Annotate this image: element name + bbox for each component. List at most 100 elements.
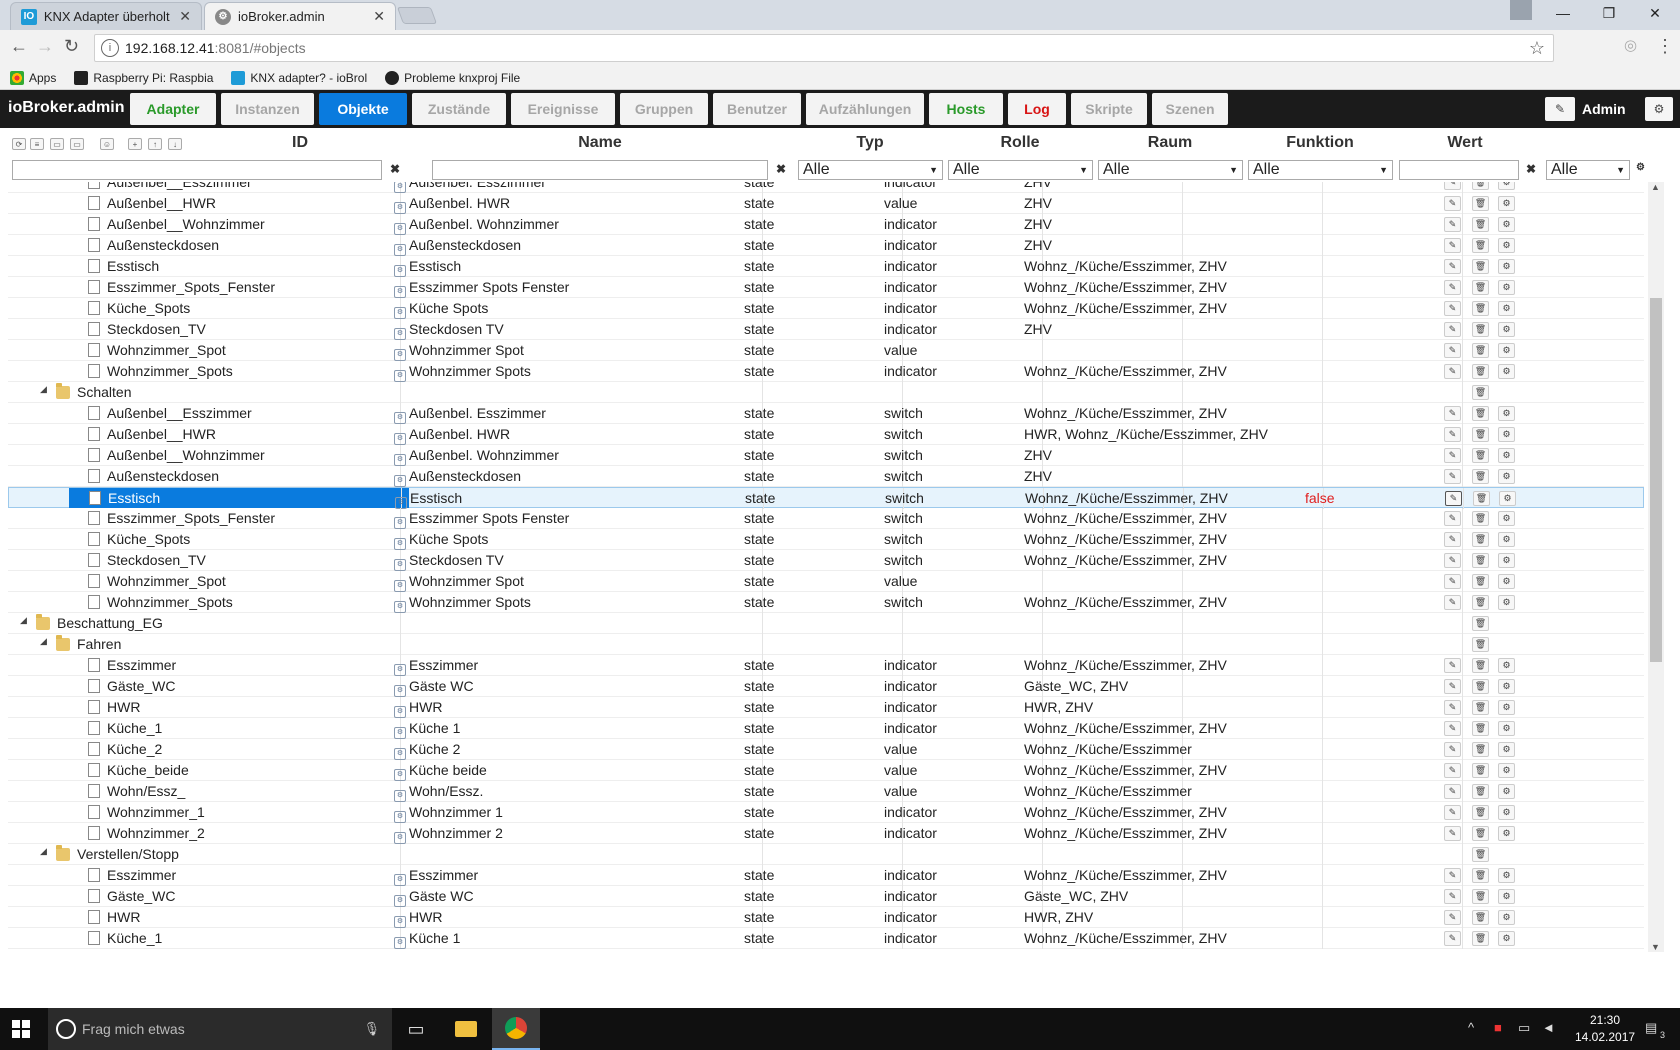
settings-icon[interactable]: ⚙	[1498, 182, 1515, 190]
table-row[interactable]: Küche_beide ⚙ Küche beide state value Wohnz_/…	[8, 760, 1644, 781]
tab-gruppen[interactable]: Gruppen	[620, 93, 708, 125]
restore-icon[interactable]: ❐	[1586, 0, 1632, 26]
edit-icon[interactable]: ✎	[1444, 301, 1461, 316]
id-cell[interactable]: Außenbel__Esszimmer	[88, 403, 252, 423]
table-row[interactable]: Außenbel__Esszimmer ⚙ Außenbel. Esszimmer s…	[8, 403, 1644, 424]
edit-icon[interactable]: ✎	[1444, 259, 1461, 274]
table-row[interactable]: Außensteckdosen ⚙ Außensteckdosen state swit…	[8, 466, 1644, 487]
edit-icon[interactable]: ✎	[1444, 721, 1461, 736]
edit-icon[interactable]: ✎	[1444, 742, 1461, 757]
raum-filter-select[interactable]: Alle ▼	[1098, 160, 1243, 180]
settings-icon[interactable]: ⚙	[1498, 763, 1515, 778]
id-cell[interactable]: Steckdosen_TV	[88, 319, 206, 339]
list-view-icon[interactable]: ≡	[30, 138, 44, 150]
id-cell[interactable]: Wohnzimmer_Spots	[88, 592, 233, 612]
edit-icon[interactable]: ✎	[1444, 595, 1461, 610]
table-row[interactable]: Wohnzimmer_2 ⚙ Wohnzimmer 2 state indicator W…	[8, 823, 1644, 844]
clear-wert-filter-icon[interactable]: ✖	[1526, 162, 1536, 176]
table-row[interactable]: Esszimmer ⚙ Esszimmer state indicator Wohnz_/…	[8, 655, 1644, 676]
settings-icon[interactable]: ⚙	[1498, 910, 1515, 925]
clock[interactable]: 21:30 14.02.2017	[1575, 1012, 1635, 1046]
id-cell[interactable]: Küche_Spots	[88, 298, 190, 318]
edit-icon[interactable]: ✎	[1444, 784, 1461, 799]
scrollbar-thumb[interactable]	[1650, 298, 1662, 662]
tab-benutzer[interactable]: Benutzer	[713, 93, 801, 125]
tab-ereignisse[interactable]: Ereignisse	[511, 93, 615, 125]
delete-icon[interactable]: 🗑	[1472, 217, 1489, 232]
id-cell[interactable]: Außenbel__HWR	[88, 193, 216, 213]
edit-icon[interactable]: ✎	[1444, 217, 1461, 232]
settings-icon[interactable]: ⚙	[1498, 343, 1515, 358]
id-cell[interactable]: Küche_1	[88, 928, 162, 948]
table-row[interactable]: Steckdosen_TV ⚙ Steckdosen TV state switch Wo…	[8, 550, 1644, 571]
id-cell[interactable]: Außensteckdosen	[88, 235, 219, 255]
table-row[interactable]: Wohnzimmer_1 ⚙ Wohnzimmer 1 state indicator W…	[8, 802, 1644, 823]
settings-icon[interactable]: ⚙	[1498, 301, 1515, 316]
delete-icon[interactable]: 🗑	[1472, 532, 1489, 547]
cortana-search[interactable]: Frag mich etwas 🎙	[48, 1008, 392, 1050]
address-bar[interactable]: i 192.168.12.41:8081/#objects ☆	[94, 34, 1554, 62]
gear-icon[interactable]: ⚙	[1636, 162, 1645, 173]
table-row[interactable]: Wohnzimmer_Spots ⚙ Wohnzimmer Spots state in…	[8, 361, 1644, 382]
browser-tab-iobroker[interactable]: ⚙ ioBroker.admin ✕	[204, 2, 396, 30]
table-row[interactable]: Küche_Spots ⚙ Küche Spots state switch Wohnz_…	[8, 529, 1644, 550]
id-cell[interactable]: Esszimmer_Spots_Fenster	[88, 277, 275, 297]
id-cell[interactable]: Beschattung_EG	[36, 613, 163, 633]
delete-icon[interactable]: 🗑	[1472, 721, 1489, 736]
edit-icon[interactable]: ✎	[1444, 196, 1461, 211]
settings-icon[interactable]: ⚙	[1498, 679, 1515, 694]
edit-icon[interactable]: ✎	[1444, 574, 1461, 589]
delete-icon[interactable]: 🗑	[1472, 574, 1489, 589]
edit-icon[interactable]: ✎	[1444, 511, 1461, 526]
delete-icon[interactable]: 🗑	[1472, 196, 1489, 211]
table-row[interactable]: Gäste_WC ⚙ Gäste WC state indicator Gäste_WC,…	[8, 886, 1644, 907]
microphone-icon[interactable]: 🎙	[363, 1021, 380, 1037]
table-row[interactable]: Küche_1 ⚙ Küche 1 state indicator Wohnz_/Küch…	[8, 928, 1644, 949]
table-row[interactable]: Esstisch ⚙ Esstisch state switch Wohnz_/Küche…	[8, 487, 1644, 509]
table-row[interactable]: Außenbel__HWR ⚙ Außenbel. HWR state switch HW…	[8, 424, 1644, 445]
id-cell[interactable]: Steckdosen_TV	[88, 550, 206, 570]
delete-icon[interactable]: 🗑	[1472, 763, 1489, 778]
id-cell[interactable]: Wohnzimmer_Spot	[88, 340, 226, 360]
id-filter-input[interactable]	[12, 160, 382, 180]
table-row[interactable]: Gäste_WC ⚙ Gäste WC state indicator Gäste_WC,…	[8, 676, 1644, 697]
id-cell[interactable]: Außensteckdosen	[88, 466, 219, 486]
tab-adapter[interactable]: Adapter	[130, 93, 216, 125]
scroll-down-icon[interactable]: ▼	[1651, 942, 1660, 952]
tray-chevron-up-icon[interactable]: ^	[1468, 1020, 1474, 1035]
id-cell[interactable]: Wohn/Essz_	[88, 781, 185, 801]
id-cell[interactable]: Küche_Spots	[88, 529, 190, 549]
delete-icon[interactable]: 🗑	[1473, 491, 1490, 506]
expand-folder-icon[interactable]: ▭	[70, 138, 84, 150]
delete-icon[interactable]: 🗑	[1472, 259, 1489, 274]
delete-icon[interactable]: 🗑	[1472, 364, 1489, 379]
settings-icon[interactable]: ⚙	[1498, 700, 1515, 715]
reload-icon[interactable]: ↻	[64, 36, 79, 57]
edit-icon[interactable]: ✎	[1444, 700, 1461, 715]
bookmark-raspberry[interactable]: Raspberry Pi: Raspbia	[74, 70, 213, 85]
profile-icon[interactable]	[1510, 0, 1532, 20]
table-row[interactable]: Esszimmer_Spots_Fenster ⚙ Esszimmer Spots …	[8, 277, 1644, 298]
table-row[interactable]: HWR ⚙ HWR state indicator HWR, ZHV ✎ 🗑 ⚙	[8, 697, 1644, 718]
delete-icon[interactable]: 🗑	[1472, 343, 1489, 358]
refresh-icon[interactable]: ⟳	[12, 138, 26, 150]
wert-cell[interactable]: false	[1305, 490, 1335, 506]
back-icon[interactable]: ←	[10, 36, 28, 57]
tree-folder-row[interactable]: ◢ Beschattung_EG 🗑	[8, 613, 1644, 634]
scrollbar[interactable]: ▲ ▼	[1648, 182, 1664, 952]
edit-icon[interactable]: ✎	[1444, 469, 1461, 484]
user-icon[interactable]: ☺	[100, 138, 114, 150]
edit-icon[interactable]: ✎	[1444, 406, 1461, 421]
delete-icon[interactable]: 🗑	[1472, 322, 1489, 337]
id-cell[interactable]: Außenbel__Esszimmer	[88, 182, 252, 192]
delete-icon[interactable]: 🗑	[1472, 406, 1489, 421]
tab-zustände[interactable]: Zustände	[412, 93, 506, 125]
volume-icon[interactable]: ◄	[1542, 1020, 1555, 1035]
table-row[interactable]: Wohn/Essz_ ⚙ Wohn/Essz. state value Wohnz_/Kü…	[8, 781, 1644, 802]
settings-icon[interactable]: ⚙	[1498, 448, 1515, 463]
settings-icon[interactable]: ⚙	[1498, 784, 1515, 799]
id-cell[interactable]: HWR	[88, 697, 140, 717]
delete-icon[interactable]: 🗑	[1472, 742, 1489, 757]
download-icon[interactable]: ↓	[168, 138, 182, 150]
typ-filter-select[interactable]: Alle ▼	[798, 160, 943, 180]
